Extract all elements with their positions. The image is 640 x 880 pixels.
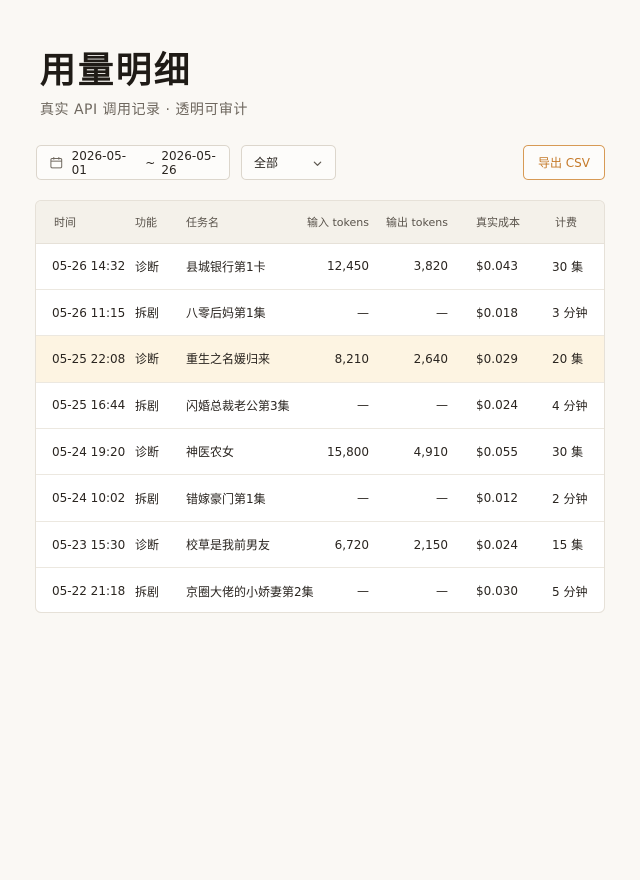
cell-task-name: 神医农女 — [186, 445, 235, 460]
cell-function: 拆剧 — [135, 306, 160, 321]
table-row[interactable]: 05-24 10:02 拆剧 错嫁豪门第1集 — — $0.012 2 分钟 — [36, 475, 604, 522]
cell-real-cost: $0.030 — [476, 584, 518, 599]
cell-real-cost: $0.024 — [476, 398, 518, 413]
cell-billing: 15 集 — [552, 538, 584, 553]
header-function[interactable]: 功能 — [135, 201, 186, 244]
export-csv-button[interactable]: 导出 CSV — [523, 145, 605, 180]
cell-input-tokens: 12,450 — [327, 259, 369, 274]
filter-value: 全部 — [254, 156, 279, 170]
cell-task-name: 错嫁豪门第1集 — [186, 491, 266, 506]
cell-output-tokens: — — [436, 491, 448, 506]
table-row[interactable]: 05-23 15:30 诊断 校草是我前男友 6,720 2,150 $0.02… — [36, 521, 604, 568]
cell-input-tokens: 6,720 — [334, 537, 369, 552]
cell-time: 05-25 22:08 — [52, 351, 126, 366]
cell-task-name: 县城银行第1卡 — [186, 259, 266, 274]
page-title: 用量明细 — [40, 49, 193, 91]
cell-time: 05-26 14:32 — [52, 259, 126, 274]
cell-real-cost: $0.018 — [476, 305, 518, 320]
cell-input-tokens: 15,800 — [327, 444, 369, 459]
cell-output-tokens: — — [436, 584, 448, 599]
cell-real-cost: $0.029 — [476, 351, 518, 366]
date-separator: ~ — [145, 155, 156, 170]
cell-output-tokens: 2,640 — [413, 351, 448, 366]
cell-function: 诊断 — [135, 352, 160, 367]
header-task-name[interactable]: 任务名 — [186, 201, 304, 244]
header-time[interactable]: 时间 — [36, 201, 135, 244]
header-billing[interactable]: 计费 — [528, 201, 604, 244]
cell-function: 诊断 — [135, 445, 160, 460]
cell-function: 诊断 — [135, 259, 160, 274]
chevron-down-icon — [313, 161, 322, 166]
cell-function: 诊断 — [135, 538, 160, 553]
header-real-cost[interactable]: 真实成本 — [448, 201, 528, 244]
cell-billing: 3 分钟 — [552, 306, 588, 321]
cell-task-name: 闪婚总裁老公第3集 — [186, 398, 290, 413]
cell-output-tokens: 4,910 — [413, 444, 448, 459]
cell-input-tokens: — — [357, 491, 369, 506]
cell-task-name: 校草是我前男友 — [186, 538, 271, 553]
cell-real-cost: $0.024 — [476, 537, 518, 552]
cell-billing: 20 集 — [552, 352, 584, 367]
page-subtitle: 真实 API 调用记录 · 透明可审计 — [40, 102, 248, 118]
cell-task-name: 京圈大佬的小娇妻第2集 — [186, 584, 314, 599]
date-range-picker[interactable]: 2026-05-01 ~ 2026-05-26 — [36, 145, 230, 180]
table-row[interactable]: 05-26 14:32 诊断 县城银行第1卡 12,450 3,820 $0.0… — [36, 243, 604, 290]
usage-details-page: 用量明细 真实 API 调用记录 · 透明可审计 2026-05-01 ~ 20… — [0, 0, 640, 880]
cell-input-tokens: 8,210 — [334, 351, 369, 366]
cell-output-tokens: 2,150 — [413, 537, 448, 552]
cell-function: 拆剧 — [135, 584, 160, 599]
cell-output-tokens: — — [436, 398, 448, 413]
date-start: 2026-05-01 — [71, 148, 127, 177]
cell-output-tokens: 3,820 — [413, 259, 448, 274]
cell-real-cost: $0.055 — [476, 444, 518, 459]
function-filter-select[interactable]: 全部 — [241, 145, 336, 180]
header-output-tokens[interactable]: 输出 tokens — [369, 201, 448, 244]
cell-time: 05-23 15:30 — [52, 537, 126, 552]
cell-time: 05-22 21:18 — [52, 584, 126, 599]
cell-input-tokens: — — [357, 398, 369, 413]
cell-input-tokens: — — [357, 305, 369, 320]
usage-table: 时间 功能 任务名 输入 tokens 输出 tokens 真实成本 计费 05… — [35, 200, 605, 613]
table-row[interactable]: 05-24 19:20 诊断 神医农女 15,800 4,910 $0.055 … — [36, 429, 604, 475]
calendar-icon — [50, 157, 63, 169]
cell-real-cost: $0.043 — [476, 259, 518, 274]
cell-time: 05-24 19:20 — [52, 444, 126, 459]
cell-time: 05-25 16:44 — [52, 398, 126, 413]
cell-time: 05-24 10:02 — [52, 491, 126, 506]
header-input-tokens[interactable]: 输入 tokens — [304, 201, 369, 244]
cell-output-tokens: — — [436, 305, 448, 320]
cell-task-name: 八零后妈第1集 — [186, 306, 266, 321]
cell-billing: 2 分钟 — [552, 491, 588, 506]
table-row[interactable]: 05-25 16:44 拆剧 闪婚总裁老公第3集 — — $0.024 4 分钟 — [36, 382, 604, 429]
cell-function: 拆剧 — [135, 398, 160, 413]
table-row[interactable]: 05-22 21:18 拆剧 京圈大佬的小娇妻第2集 — — $0.030 5 … — [36, 568, 604, 612]
table-header-row: 时间 功能 任务名 输入 tokens 输出 tokens 真实成本 计费 — [36, 201, 604, 244]
table-row-highlighted[interactable]: 05-25 22:08 诊断 重生之名媛归来 8,210 2,640 $0.02… — [36, 335, 604, 383]
cell-billing: 30 集 — [552, 445, 584, 460]
cell-real-cost: $0.012 — [476, 491, 518, 506]
cell-time: 05-26 11:15 — [52, 305, 126, 320]
cell-task-name: 重生之名媛归来 — [186, 352, 271, 367]
table-row[interactable]: 05-26 11:15 拆剧 八零后妈第1集 — — $0.018 3 分钟 — [36, 289, 604, 336]
cell-billing: 4 分钟 — [552, 398, 588, 413]
date-end: 2026-05-26 — [161, 148, 216, 177]
filter-toolbar: 2026-05-01 ~ 2026-05-26 全部 导出 CSV — [36, 145, 605, 180]
cell-function: 拆剧 — [135, 491, 160, 506]
cell-billing: 30 集 — [552, 259, 584, 274]
cell-billing: 5 分钟 — [552, 584, 588, 599]
